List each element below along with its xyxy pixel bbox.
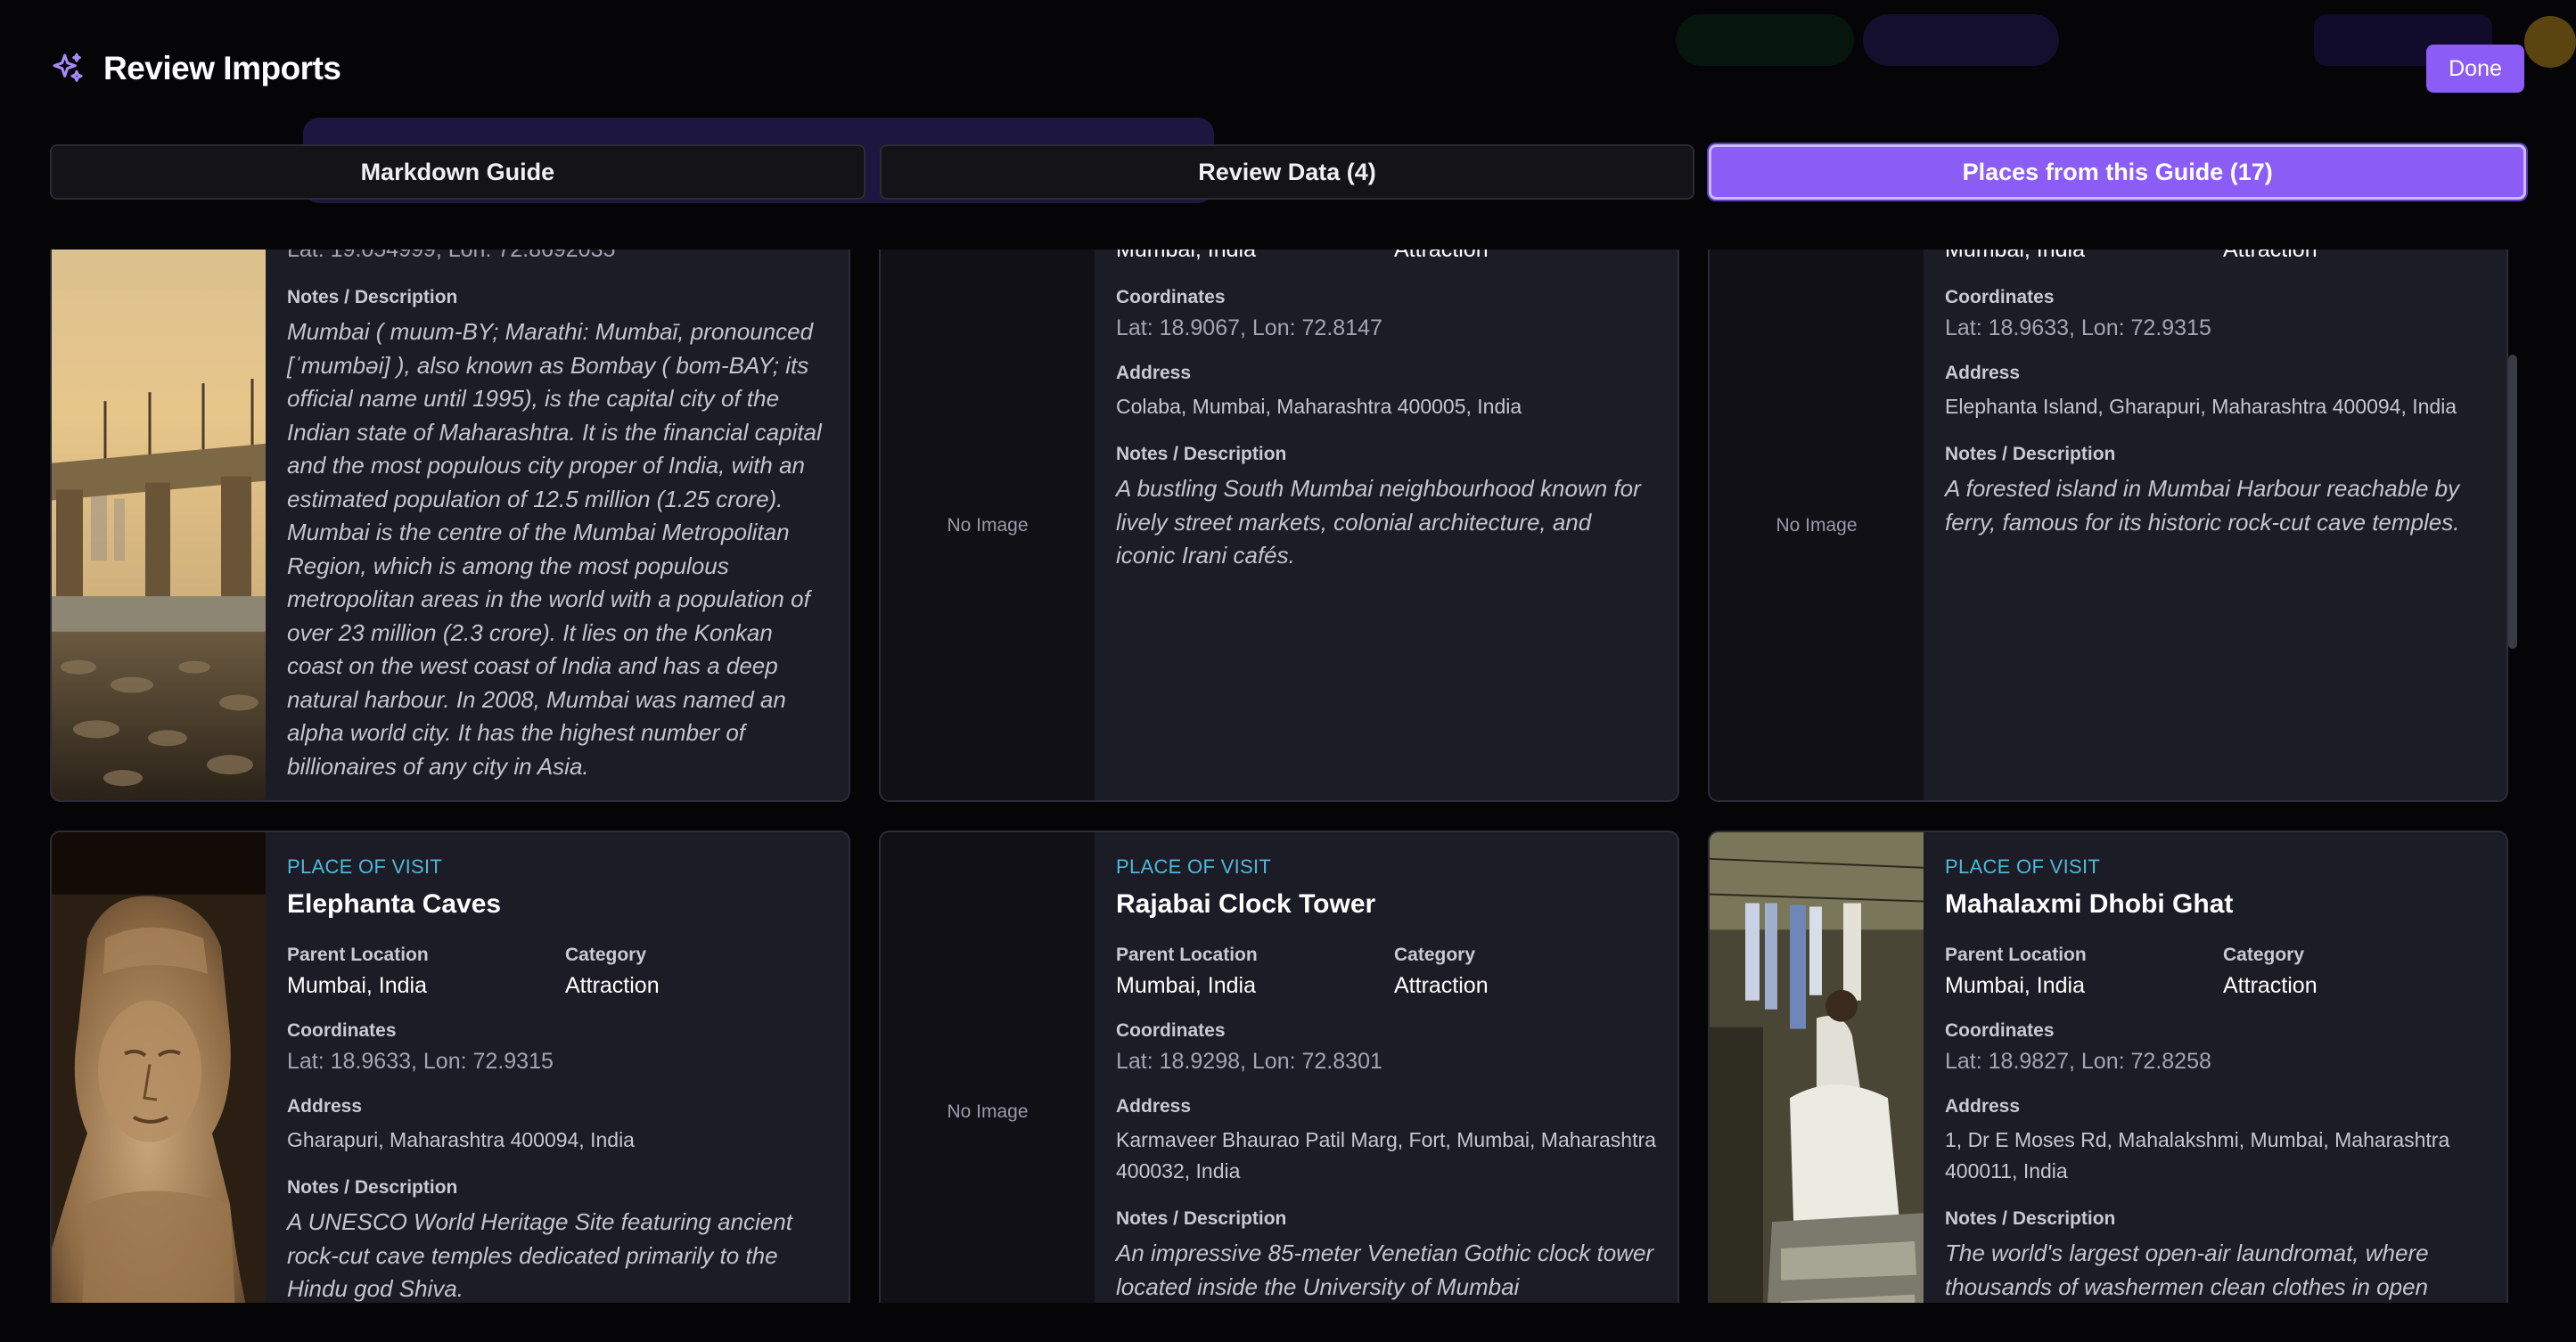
notes-value: A UNESCO World Heritage Site featuring a… [287,1208,792,1302]
place-type-label: PLACE OF VISIT [287,855,443,878]
modal-title: Review Imports [103,50,341,86]
tab-markdown-guide[interactable]: Markdown Guide [50,144,866,200]
place-card[interactable]: No Image Mumbai, India Attraction Coordi… [879,250,1679,802]
place-type-label: PLACE OF VISIT [1945,855,2101,878]
address-label: Address [1945,1096,2021,1117]
address-value: Elephanta Island, Gharapuri, Maharashtra… [1945,395,2457,418]
coordinates-value: Lat: 18.9298, Lon: 72.8301 [1116,1049,1382,1074]
place-image [52,832,266,1303]
modal-title-wrap: Review Imports [50,46,341,91]
category-value: Attraction [1394,250,1489,262]
tab-review-data[interactable]: Review Data (4) [879,144,1695,200]
place-card-body: Mumbai, India Attraction Coordinates Lat… [1924,250,2506,800]
sparkles-icon [53,53,83,82]
place-card-body: PLACE OF VISIT Rajabai Clock Tower Paren… [1095,832,1678,1303]
notes-section: Notes / Description Mumbai ( muum-BY; Ma… [287,287,827,783]
no-image-label: No Image [947,1101,1029,1122]
coordinates-label: Coordinates [1116,287,1226,307]
meta-row: Parent Location Mumbai, India Category A… [1945,945,2485,999]
coordinates-value: Lat: 18.9067, Lon: 72.8147 [1116,315,1382,340]
no-image-label: No Image [1776,515,1858,536]
place-image: No Image [1710,250,1924,800]
place-image [52,250,266,800]
coordinates-label: Coordinates [1945,1020,2055,1041]
coordinates-label: Coordinates [1116,1020,1226,1041]
category-label: Category [1394,945,1476,965]
elephanta-sculpture-photo [52,832,266,1303]
category-value: Attraction [2223,250,2318,262]
notes-label: Notes / Description [1945,444,2116,464]
dhobi-ghat-photo [1710,832,1924,1303]
place-card-body: PLACE OF VISIT Elephanta Caves Parent Lo… [266,832,849,1303]
address-value: Gharapuri, Maharashtra 400094, India [287,1128,635,1151]
category-value: Attraction [565,973,660,998]
place-card[interactable]: No Image Mumbai, India Attraction Coordi… [1708,250,2508,802]
notes-value: The world's largest open-air laundromat,… [1945,1240,2429,1300]
notes-value: A forested island in Mumbai Harbour reac… [1945,475,2460,536]
coordinates-label: Coordinates [287,1020,397,1041]
places-grid[interactable]: Lat: 19.054999, Lon: 72.8692035 Notes / … [50,250,2526,1303]
place-card[interactable]: Lat: 19.054999, Lon: 72.8692035 Notes / … [50,250,850,802]
coordinates-value: Lat: 18.9827, Lon: 72.8258 [1945,1049,2211,1074]
address-label: Address [1116,363,1192,383]
parent-location-value: Mumbai, India [1116,973,1257,998]
place-card-body: Lat: 19.054999, Lon: 72.8692035 Notes / … [266,250,849,800]
notes-label: Notes / Description [1116,444,1287,464]
modal-header: Review Imports Done [0,0,2576,134]
category-label: Category [565,945,647,965]
place-card[interactable]: PLACE OF VISIT Elephanta Caves Parent Lo… [50,831,850,1303]
address-value: 1, Dr E Moses Rd, Mahalakshmi, Mumbai, M… [1945,1128,2450,1182]
review-imports-modal: Review Imports Done Markdown Guide Revie… [0,0,2576,1342]
notes-label: Notes / Description [287,287,458,307]
coords-value-partial: Lat: 19.054999, Lon: 72.8692035 [287,250,616,262]
no-image-label: No Image [947,515,1029,536]
address-label: Address [1116,1096,1192,1117]
meta-row: Parent Location Mumbai, India Category A… [1116,945,1656,999]
modal-tabs: Markdown Guide Review Data (4) Places fr… [50,144,2527,200]
notes-label: Notes / Description [287,1177,458,1198]
parent-location-value: Mumbai, India [1116,250,1257,262]
sea-link-photo [52,250,266,800]
place-name: Elephanta Caves [287,889,502,919]
address-value: Karmaveer Bhaurao Patil Marg, Fort, Mumb… [1116,1128,1656,1182]
place-image: No Image [881,250,1095,800]
place-card[interactable]: PLACE OF VISIT Mahalaxmi Dhobi Ghat Pare… [1708,831,2508,1303]
tab-places-from-guide[interactable]: Places from this Guide (17) [1709,144,2527,200]
place-image: No Image [881,832,1095,1303]
place-type-label: PLACE OF VISIT [1116,855,1272,878]
details: Coordinates Lat: 18.9067, Lon: 72.8147 A… [1116,287,1656,573]
done-button[interactable]: Done [2426,45,2524,93]
notes-value: A bustling South Mumbai neighbourhood kn… [1116,475,1641,569]
category-label: Category [2223,945,2305,965]
address-label: Address [287,1096,363,1117]
parent-location-value: Mumbai, India [287,973,428,998]
place-name: Mahalaxmi Dhobi Ghat [1945,889,2234,919]
meta-row: Parent Location Mumbai, India Category A… [287,945,827,999]
coordinates-value: Lat: 18.9633, Lon: 72.9315 [287,1049,554,1074]
category-value: Attraction [2223,973,2318,998]
notes-label: Notes / Description [1116,1208,1287,1229]
coordinates-value: Lat: 18.9633, Lon: 72.9315 [1945,315,2211,340]
place-name: Rajabai Clock Tower [1116,889,1376,919]
place-image [1710,832,1924,1303]
place-card-body: PLACE OF VISIT Mahalaxmi Dhobi Ghat Pare… [1924,832,2506,1303]
meta-row-partial: Mumbai, India Attraction [1116,250,1489,263]
notes-value: An impressive 85-meter Venetian Gothic c… [1116,1240,1654,1300]
scrollbar-thumb[interactable] [2508,355,2517,649]
parent-location-label: Parent Location [287,945,429,965]
address-label: Address [1945,363,2021,383]
meta-row-partial: Mumbai, India Attraction [1945,250,2318,263]
notes-label: Notes / Description [1945,1208,2116,1229]
details: Coordinates Lat: 18.9633, Lon: 72.9315 A… [1945,287,2485,539]
parent-location-value: Mumbai, India [1945,250,2086,262]
address-value: Colaba, Mumbai, Maharashtra 400005, Indi… [1116,395,1522,418]
place-card-body: Mumbai, India Attraction Coordinates Lat… [1095,250,1678,800]
parent-location-value: Mumbai, India [1945,973,2086,998]
coordinates-label: Coordinates [1945,287,2055,307]
parent-location-label: Parent Location [1945,945,2087,965]
notes-value: Mumbai ( muum-BY; Marathi: Mumbaī, prono… [287,318,822,780]
category-value: Attraction [1394,973,1489,998]
place-card[interactable]: No Image PLACE OF VISIT Rajabai Clock To… [879,831,1679,1303]
parent-location-label: Parent Location [1116,945,1258,965]
